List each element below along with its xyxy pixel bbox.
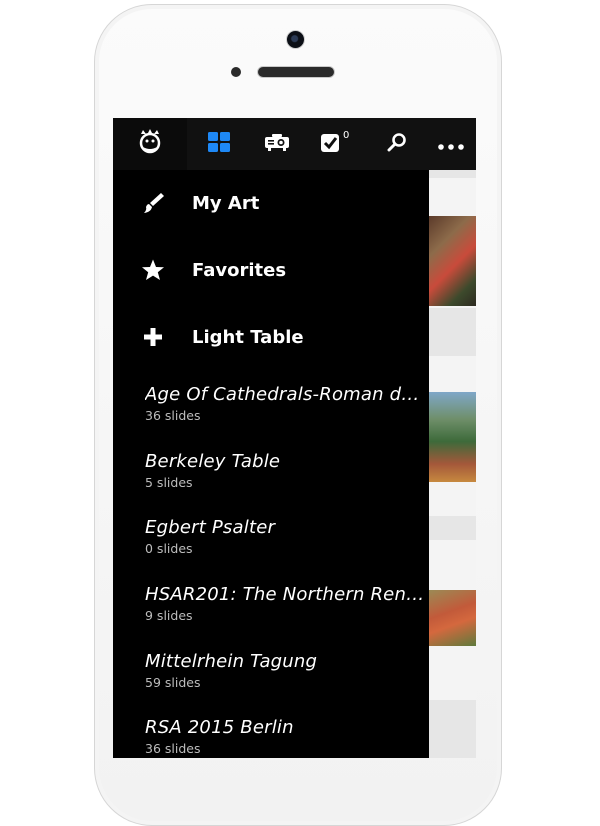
app-logo-icon	[137, 128, 163, 160]
menu-item-my-art[interactable]: My Art	[113, 173, 429, 233]
collection-item[interactable]: Egbert Psalter 0 slides	[145, 517, 429, 556]
collection-item[interactable]: RSA 2015 Berlin 36 slides	[145, 717, 429, 756]
artwork-card[interactable]	[429, 540, 476, 700]
tasks-button[interactable]	[311, 118, 351, 170]
artwork-card[interactable]	[429, 178, 476, 308]
artwork-thumbnail	[429, 216, 476, 306]
search-button[interactable]	[377, 118, 417, 170]
grid-icon	[208, 132, 230, 156]
search-icon	[387, 132, 407, 156]
menu-item-favorites[interactable]: Favorites	[113, 240, 429, 300]
plus-icon	[141, 325, 165, 349]
checkbox-icon	[320, 131, 342, 157]
side-menu: My Art Favorites Light Table Age Of Cath…	[113, 170, 429, 758]
camera	[286, 30, 305, 49]
collection-title: Mittelrhein Tagung	[145, 651, 318, 672]
more-dots-icon	[438, 135, 464, 154]
collection-slide-count: 59 slides	[145, 675, 201, 690]
collection-slide-count: 36 slides	[145, 408, 201, 423]
collection-slide-count: 36 slides	[145, 741, 201, 756]
artwork-thumbnail	[429, 392, 476, 482]
menu-item-light-table[interactable]: Light Table	[113, 307, 429, 367]
collection-slide-count: 0 slides	[145, 541, 193, 556]
artwork-thumbnail	[429, 590, 476, 646]
projector-button[interactable]	[257, 118, 297, 170]
artwork-card[interactable]	[429, 356, 476, 516]
app-screen: 0 My Art Favorites Light Table Age Of Ca…	[113, 118, 476, 758]
earpiece-speaker	[257, 66, 335, 78]
menu-item-label: Favorites	[192, 259, 287, 281]
top-toolbar: 0	[113, 118, 476, 170]
collection-item[interactable]: Berkeley Table 5 slides	[145, 451, 429, 490]
collection-title: Egbert Psalter	[145, 517, 276, 538]
star-icon	[141, 258, 165, 282]
collection-title: Berkeley Table	[145, 451, 281, 472]
collection-title: HSAR201: The Northern Renaissance	[145, 584, 425, 605]
collection-item[interactable]: Mittelrhein Tagung 59 slides	[145, 651, 429, 690]
more-options-button[interactable]	[431, 118, 471, 170]
collection-item[interactable]: Age Of Cathedrals-Roman de la Rose 36 sl…	[145, 384, 429, 423]
tasks-count-badge: 0	[343, 130, 350, 141]
underlying-content-peek[interactable]	[429, 170, 476, 758]
menu-item-label: Light Table	[192, 326, 304, 348]
projector-icon	[264, 132, 290, 156]
paintbrush-icon	[141, 191, 165, 215]
app-logo-button[interactable]	[113, 118, 187, 170]
grid-view-button[interactable]	[199, 118, 239, 170]
collection-slide-count: 5 slides	[145, 475, 193, 490]
proximity-sensor	[231, 67, 241, 77]
collection-slide-count: 9 slides	[145, 608, 193, 623]
collection-title: Age Of Cathedrals-Roman de la Rose	[145, 384, 425, 405]
collection-title: RSA 2015 Berlin	[145, 717, 294, 738]
menu-item-label: My Art	[192, 192, 260, 214]
collection-item[interactable]: HSAR201: The Northern Renaissance 9 slid…	[145, 584, 429, 623]
